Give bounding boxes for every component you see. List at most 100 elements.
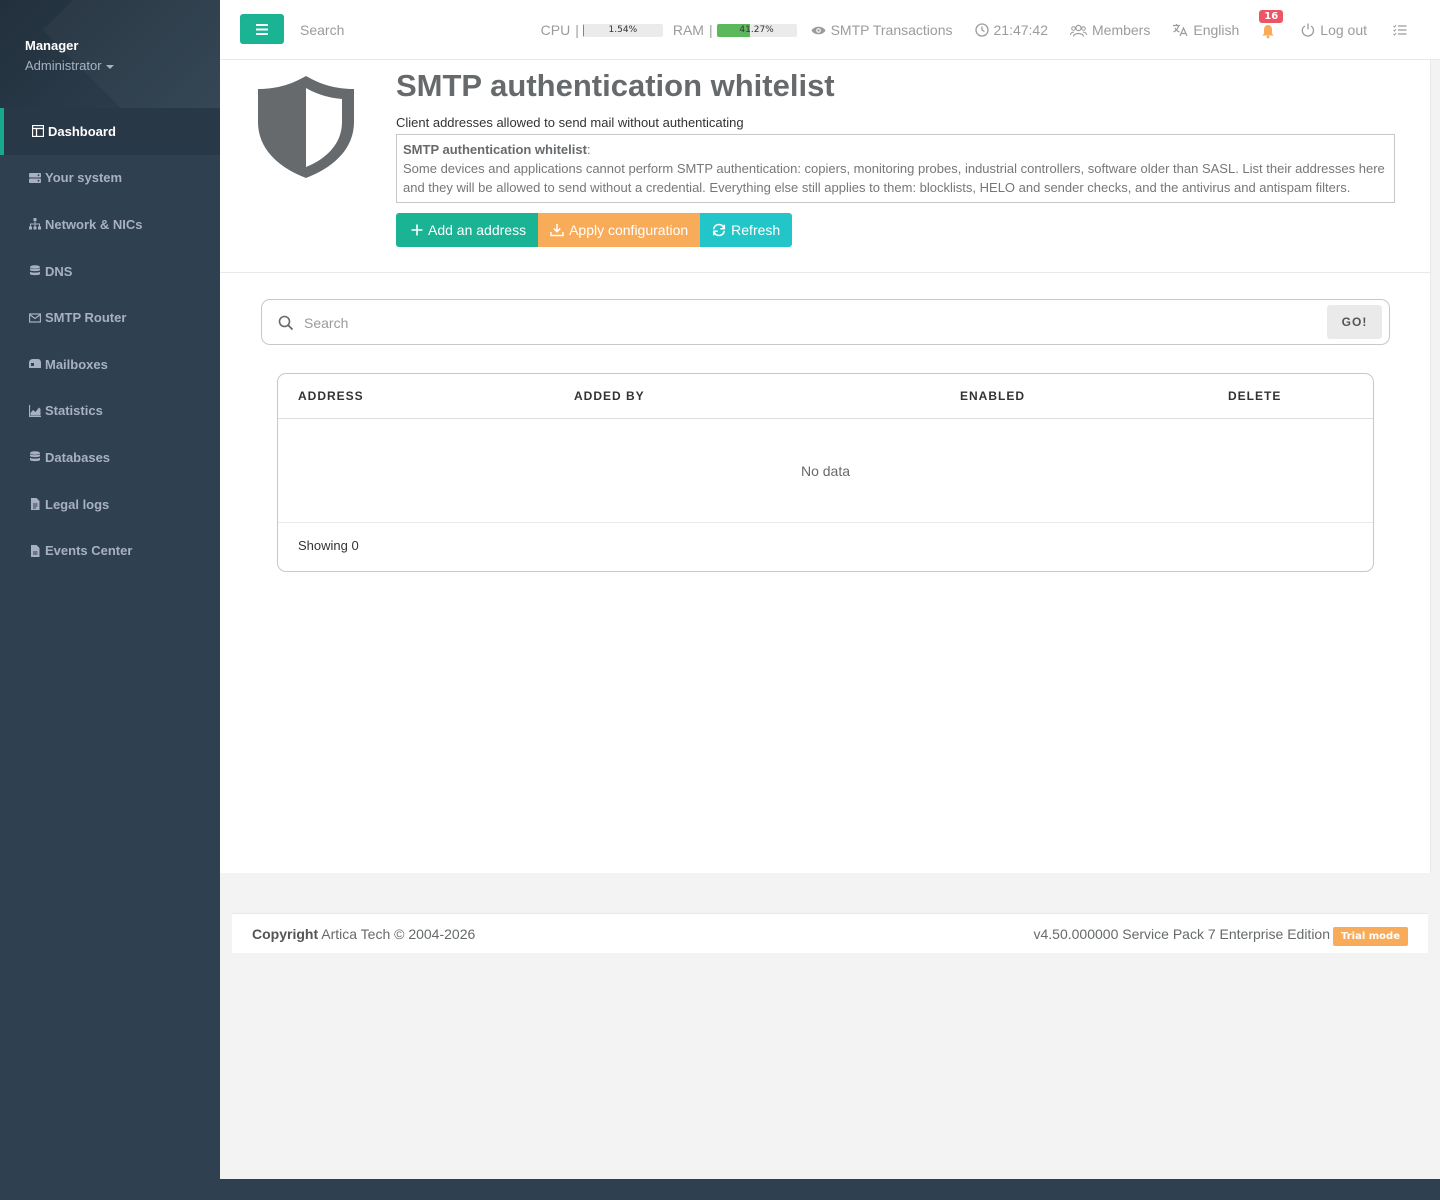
hamburger-icon <box>256 23 268 35</box>
members-label: Members <box>1092 22 1151 38</box>
sidebar-item-mailboxes[interactable]: Mailboxes <box>0 341 220 388</box>
sidebar-nav: Dashboard Your system Network & NICs DNS… <box>0 108 220 574</box>
menu-toggle-button[interactable] <box>240 14 284 44</box>
mailbox-icon <box>28 358 41 371</box>
tasks-list-icon <box>1393 24 1407 36</box>
download-icon <box>550 224 564 237</box>
sidebar-item-your-system[interactable]: Your system <box>0 155 220 202</box>
footer: Copyright Artica Tech © 2004-2026 v4.50.… <box>232 913 1428 953</box>
apply-configuration-button[interactable]: Apply configuration <box>538 213 701 247</box>
sidebar-item-label: Network & NICs <box>45 216 143 232</box>
database-icon <box>28 451 41 464</box>
refresh-label: Refresh <box>731 222 781 238</box>
language-icon <box>1173 24 1188 37</box>
main-content: SMTP authentication whitelist Client add… <box>220 60 1430 873</box>
notifications-button[interactable]: 16 <box>1259 10 1284 40</box>
explanation-text: Some devices and applications cannot per… <box>403 161 1385 195</box>
whitelist-table: ADDRESS ADDED BY ENABLED DELETE No data … <box>277 373 1374 572</box>
sidebar-item-network[interactable]: Network & NICs <box>0 201 220 248</box>
sidebar-item-label: Databases <box>45 449 111 465</box>
cpu-progress-bar: 1.54% <box>582 23 663 37</box>
trial-mode-badge: Trial mode <box>1333 926 1408 946</box>
page-subtitle: Client addresses allowed to send mail wi… <box>396 115 744 130</box>
sidebar-item-label: Mailboxes <box>45 356 108 372</box>
sidebar-item-events-center[interactable]: Events Center <box>0 527 220 574</box>
sidebar-item-label: Statistics <box>45 403 103 419</box>
network-icon <box>28 218 41 231</box>
page-header: SMTP authentication whitelist Client add… <box>396 68 1396 247</box>
empty-table-message: No data <box>278 419 1373 523</box>
chart-icon <box>28 404 41 417</box>
cpu-label: CPU <box>540 22 571 38</box>
tasks-button[interactable] <box>1393 24 1412 36</box>
table-search-input[interactable] <box>304 313 1204 333</box>
file-icon <box>28 498 41 511</box>
plus-icon <box>411 224 423 236</box>
version-text: v4.50.000000 Service Pack 7 Enterprise E… <box>1033 925 1331 942</box>
profile-name: Manager <box>25 38 79 53</box>
refresh-icon <box>713 223 726 237</box>
copyright-text: Artica Tech © 2004-2026 <box>321 925 476 942</box>
ram-meter: RAM | 41.27% <box>673 22 797 38</box>
language-selector[interactable]: English <box>1172 22 1239 38</box>
eye-icon <box>811 26 826 34</box>
sidebar-item-databases[interactable]: Databases <box>0 434 220 481</box>
sidebar-item-legal-logs[interactable]: Legal logs <box>0 481 220 528</box>
sidebar: Manager Administrator Dashboard Your sys… <box>0 0 220 1200</box>
logout-link[interactable]: Log out <box>1301 22 1367 38</box>
column-header-address[interactable]: ADDRESS <box>298 389 364 403</box>
ram-label: RAM <box>672 22 704 38</box>
refresh-button[interactable]: Refresh <box>700 213 793 247</box>
top-search-input[interactable] <box>300 20 500 40</box>
file-alt-icon <box>28 544 41 557</box>
profile-role-dropdown[interactable]: Administrator <box>25 58 220 73</box>
dashboard-icon <box>31 125 44 138</box>
sidebar-item-dns[interactable]: DNS <box>0 248 220 295</box>
bell-icon <box>1262 25 1274 39</box>
right-gutter <box>1430 60 1440 873</box>
sidebar-item-label: Legal logs <box>45 496 110 512</box>
section-divider <box>220 272 1430 273</box>
sidebar-item-label: Your system <box>45 170 123 186</box>
smtp-transactions-label: SMTP Transactions <box>830 22 953 38</box>
notifications-badge: 16 <box>1259 10 1284 23</box>
server-icon <box>28 171 41 184</box>
ram-progress-bar: 41.27% <box>716 23 797 37</box>
members-link[interactable]: Members <box>1070 22 1150 38</box>
power-icon <box>1301 23 1315 37</box>
sidebar-item-smtp-router[interactable]: SMTP Router <box>0 294 220 341</box>
copyright-label: Copyright <box>252 925 319 942</box>
add-address-label: Add an address <box>428 222 527 238</box>
column-header-added-by[interactable]: ADDED BY <box>574 389 645 403</box>
explanation-title: SMTP authentication whitelist <box>403 142 587 157</box>
sidebar-item-statistics[interactable]: Statistics <box>0 388 220 435</box>
column-header-enabled[interactable]: ENABLED <box>960 389 1025 403</box>
smtp-transactions-link[interactable]: SMTP Transactions <box>811 22 953 38</box>
page-title: SMTP authentication whitelist <box>396 68 835 103</box>
database-icon <box>28 265 41 278</box>
column-header-delete[interactable]: DELETE <box>1228 389 1281 403</box>
search-icon <box>278 315 294 331</box>
sidebar-item-dashboard[interactable]: Dashboard <box>0 108 220 155</box>
table-search-box: GO! <box>261 299 1390 345</box>
cpu-value: 1.54% <box>608 24 638 35</box>
apply-configuration-label: Apply configuration <box>569 222 689 238</box>
logout-label: Log out <box>1320 22 1367 38</box>
table-header: ADDRESS ADDED BY ENABLED DELETE <box>278 374 1373 419</box>
sidebar-item-label: SMTP Router <box>45 310 127 326</box>
language-label: English <box>1193 22 1240 38</box>
cpu-meter: CPU | 1.54% <box>541 22 663 38</box>
envelope-icon <box>28 311 41 324</box>
profile-role-label: Administrator <box>25 58 102 73</box>
profile-block: Manager Administrator <box>0 0 220 108</box>
shield-icon <box>258 76 354 178</box>
clock-icon <box>974 23 989 37</box>
sidebar-item-label: Dashboard <box>48 123 116 139</box>
table-row-count: Showing 0 <box>298 538 359 553</box>
go-button[interactable]: GO! <box>1327 305 1382 339</box>
copyright: Copyright Artica Tech © 2004-2026 <box>252 926 475 942</box>
clock: 21:47:42 <box>974 22 1048 38</box>
caret-down-icon <box>105 64 114 69</box>
add-address-button[interactable]: Add an address <box>396 213 539 247</box>
ram-value: 41.27% <box>739 24 774 35</box>
